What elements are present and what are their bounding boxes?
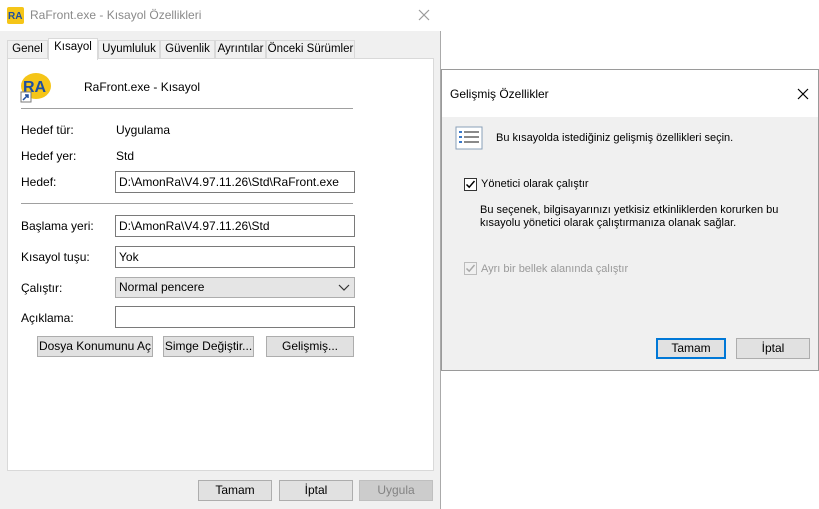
dialog-title: Gelişmiş Özellikler [450,87,549,101]
target-type-value: Uygulama [116,123,171,137]
hotkey-field[interactable]: Yok [115,246,355,268]
start-in-label: Başlama yeri: [21,219,94,233]
window-title: RaFront.exe - Kısayol Özellikleri [30,8,202,22]
tab-genel[interactable]: Genel [7,40,48,59]
cancel-button[interactable]: İptal [279,480,353,501]
description-line: kısayolu yönetici olarak çalıştırmanıza … [480,217,737,229]
advanced-button[interactable]: Gelişmiş... [266,336,354,357]
tab-kisayol[interactable]: Kısayol [48,38,98,60]
dialog-ok-button[interactable]: Tamam [656,338,726,359]
target-type-label: Hedef tür: [21,123,74,137]
close-icon[interactable] [795,86,811,102]
tab-ayrintilar[interactable]: Ayrıntılar [215,40,266,59]
svg-text:RA: RA [8,11,22,22]
run-select[interactable]: Normal pencere [115,277,355,298]
tab-onceki-surumler[interactable]: Önceki Sürümler [266,40,355,59]
start-in-field[interactable]: D:\AmonRa\V4.97.11.26\Std [115,215,355,237]
target-label: Hedef: [21,175,57,189]
run-as-admin-checkbox[interactable] [464,178,477,191]
dialog-cancel-button[interactable]: İptal [736,338,810,359]
run-as-admin-label[interactable]: Yönetici olarak çalıştır [481,178,589,190]
target-field[interactable]: D:\AmonRa\V4.97.11.26\Std\RaFront.exe [115,171,355,193]
description-line: Bu seçenek, bilgisayarınızı yetkisiz etk… [480,204,779,216]
tab-guvenlik[interactable]: Güvenlik [160,40,215,59]
hotkey-label: Kısayol tuşu: [21,250,90,264]
comment-field[interactable] [115,306,355,328]
separate-memory-checkbox[interactable] [464,262,477,275]
target-location-label: Hedef yer: [21,149,77,163]
apply-button[interactable]: Uygula [359,480,433,501]
change-icon-button[interactable]: Simge Değiştir... [163,336,254,357]
comment-label: Açıklama: [21,311,74,325]
run-as-admin-description: Bu seçenek, bilgisayarınızı yetkisiz etk… [480,204,800,230]
app-icon: RA [7,7,24,24]
open-file-location-button[interactable]: Dosya Konumunu Aç [37,336,153,357]
target-location-value: Std [116,149,135,163]
separate-memory-label: Ayrı bir bellek alanında çalıştır [481,263,629,275]
checkmark-icon [465,264,476,273]
separator [21,108,353,109]
shortcut-name: RaFront.exe - Kısayol [84,80,201,94]
checkmark-icon [465,180,476,189]
shortcut-icon: RA [20,73,51,103]
dialog-intro-text: Bu kısayolda istediğiniz gelişmiş özelli… [496,132,734,144]
chevron-down-icon [338,284,350,291]
ok-button[interactable]: Tamam [198,480,272,501]
properties-list-icon [455,126,483,150]
properties-window: RA RaFront.exe - Kısayol Özellikleri Gen… [0,0,441,509]
run-label: Çalıştır: [21,281,63,295]
run-select-value: Normal pencere [119,280,205,294]
separator [21,203,353,204]
close-icon[interactable] [416,7,432,23]
title-bar: RA RaFront.exe - Kısayol Özellikleri [0,0,441,31]
advanced-properties-dialog: Gelişmiş Özellikler Bu kısayolda istediğ… [441,69,819,371]
dialog-title-bar: Gelişmiş Özellikler [442,70,818,117]
tab-uyumluluk[interactable]: Uyumluluk [98,40,160,59]
